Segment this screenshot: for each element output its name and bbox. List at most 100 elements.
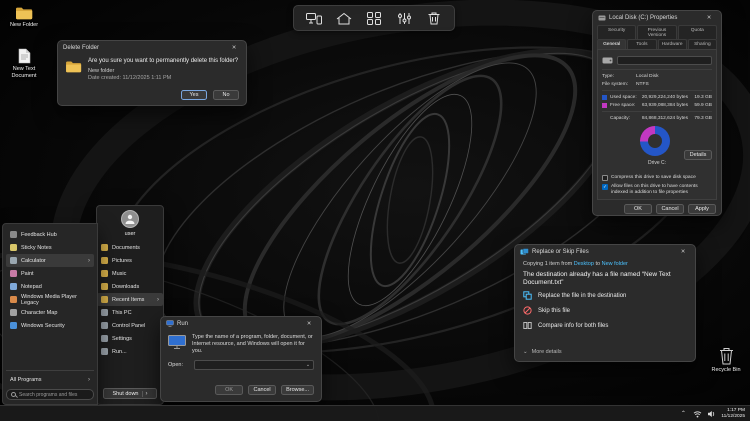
downloads-icon xyxy=(101,283,108,290)
search-input[interactable] xyxy=(19,391,89,398)
index-label: Allow files on this drive to have conten… xyxy=(611,184,698,195)
cancel-button[interactable]: Cancel xyxy=(248,385,277,395)
submenu-arrow-icon: › xyxy=(88,376,90,383)
start-menu-item-this-pc[interactable]: This PC xyxy=(97,306,163,319)
compress-checkbox[interactable] xyxy=(602,175,608,181)
copy-status-line: Copying 1 item from Desktop to New folde… xyxy=(523,261,628,267)
start-menu-item-calculator[interactable]: Calculator › xyxy=(6,254,94,267)
delete-dialog-titlebar[interactable]: Delete Folder ✕ xyxy=(58,41,246,54)
feedback-hub-icon xyxy=(10,231,17,238)
search-icon xyxy=(11,392,16,397)
notepad-icon xyxy=(10,283,17,290)
delete-item-date: Date created: 11/12/2025 1:11 PM xyxy=(88,75,172,81)
documents-icon xyxy=(101,244,108,251)
submenu-arrow-icon: › xyxy=(88,257,90,264)
drive-name-input[interactable] xyxy=(617,56,712,65)
tab-tools[interactable]: Tools xyxy=(627,39,657,49)
media-player-icon xyxy=(10,296,17,303)
start-menu-item-documents[interactable]: Documents xyxy=(97,241,163,254)
replace-dialog-titlebar[interactable]: Replace or Skip Files ✕ xyxy=(515,245,695,258)
start-menu: user Documents Pictures Music Downloads … xyxy=(2,205,164,405)
start-menu-item-downloads[interactable]: Downloads xyxy=(97,280,163,293)
network-icon[interactable] xyxy=(693,410,702,418)
shutdown-options-arrow[interactable]: › xyxy=(141,390,148,397)
details-button[interactable]: Details xyxy=(684,150,712,160)
ok-button[interactable]: OK xyxy=(215,385,244,395)
start-menu-item-settings[interactable]: Settings xyxy=(97,332,163,345)
index-contents-option[interactable]: ✓ Allow files on this drive to have cont… xyxy=(602,184,712,196)
apps-icon[interactable] xyxy=(364,8,384,28)
start-menu-right-panel: user Documents Pictures Music Downloads … xyxy=(96,205,164,405)
no-button[interactable]: No xyxy=(213,90,239,100)
all-programs-button[interactable]: All Programs › xyxy=(6,373,94,386)
open-input[interactable] xyxy=(195,362,303,368)
tab-previous-versions[interactable]: Previous Versions xyxy=(637,25,677,39)
close-icon[interactable]: ✕ xyxy=(702,12,716,23)
start-menu-item-notepad[interactable]: Notepad xyxy=(6,280,94,293)
capacity-row: Capacity: 84,868,312,624 bytes 79.3 GB xyxy=(610,115,712,121)
volume-icon[interactable] xyxy=(707,410,716,418)
computer-icon xyxy=(168,335,186,349)
desktop-icon-new-text-document[interactable]: New Text Document xyxy=(2,48,46,79)
disk-properties-titlebar[interactable]: Local Disk (C:) Properties ✕ xyxy=(593,11,721,24)
start-menu-item-wmp-legacy[interactable]: Windows Media Player Legacy xyxy=(6,293,94,306)
skip-file-option[interactable]: Skip this file xyxy=(523,306,687,315)
control-panel-icon xyxy=(101,322,108,329)
start-menu-item-character-map[interactable]: Character Map xyxy=(6,306,94,319)
replace-file-option[interactable]: Replace the file in the destination xyxy=(523,291,687,300)
user-avatar[interactable] xyxy=(121,210,139,228)
delete-folder-dialog: Delete Folder ✕ Are you sure you want to… xyxy=(57,40,247,106)
tab-security[interactable]: Security xyxy=(597,25,637,39)
cancel-button[interactable]: Cancel xyxy=(656,204,684,214)
delete-confirm-message: Are you sure you want to permanently del… xyxy=(88,58,239,64)
recycle-bin-icon[interactable]: Recycle Bin xyxy=(704,346,748,374)
start-menu-item-feedback-hub[interactable]: Feedback Hub xyxy=(6,228,94,241)
taskbar[interactable]: ⌃ 1:17 PM 11/12/2025 xyxy=(0,405,750,421)
close-icon[interactable]: ✕ xyxy=(676,246,690,257)
devices-icon[interactable] xyxy=(304,8,324,28)
compare-files-option[interactable]: Compare info for both files xyxy=(523,321,687,330)
chevron-down-icon[interactable]: ⌄ xyxy=(303,362,313,368)
ok-button[interactable]: OK xyxy=(624,204,652,214)
taskbar-clock[interactable]: 1:17 PM 11/12/2025 xyxy=(721,408,745,419)
browse-button[interactable]: Browse... xyxy=(281,385,314,395)
clock-date: 11/12/2025 xyxy=(721,413,745,419)
close-icon[interactable]: ✕ xyxy=(302,318,316,329)
apply-button[interactable]: Apply xyxy=(688,204,716,214)
run-window-icon xyxy=(166,320,174,327)
start-menu-item-paint[interactable]: Paint xyxy=(6,267,94,280)
filesystem-value: NTFS xyxy=(636,81,649,87)
compress-drive-option[interactable]: Compress this drive to save disk space xyxy=(602,175,712,181)
more-details-toggle[interactable]: ⌄ More details xyxy=(515,349,695,361)
start-menu-search[interactable] xyxy=(6,389,94,400)
start-menu-item-pictures[interactable]: Pictures xyxy=(97,254,163,267)
tab-general[interactable]: General xyxy=(597,39,627,49)
desktop-icon-new-folder[interactable]: New Folder xyxy=(2,6,46,29)
open-combobox[interactable]: ⌄ xyxy=(194,360,314,370)
shutdown-button[interactable]: Shut down › xyxy=(103,388,157,399)
compress-label: Compress this drive to save disk space xyxy=(611,175,696,180)
start-menu-item-control-panel[interactable]: Control Panel xyxy=(97,319,163,332)
mixer-icon[interactable] xyxy=(394,8,414,28)
sticky-notes-icon xyxy=(10,244,17,251)
index-checkbox[interactable]: ✓ xyxy=(602,184,608,190)
tab-sharing[interactable]: Sharing xyxy=(687,39,717,49)
tab-hardware[interactable]: Hardware xyxy=(657,39,687,49)
folder-icon xyxy=(66,61,82,73)
start-menu-item-music[interactable]: Music xyxy=(97,267,163,280)
tab-quota[interactable]: Quota xyxy=(677,25,717,39)
hidden-icons-chevron-icon[interactable]: ⌃ xyxy=(678,410,688,417)
start-menu-item-recent-items[interactable]: Recent Items › xyxy=(97,293,163,306)
replace-icon xyxy=(523,291,532,300)
trash-icon[interactable] xyxy=(424,8,444,28)
type-value: Local Disk xyxy=(636,73,659,79)
close-icon[interactable]: ✕ xyxy=(227,42,241,53)
security-shield-icon xyxy=(10,322,17,329)
conflict-message: The destination already has a file named… xyxy=(523,271,671,286)
home-icon[interactable] xyxy=(334,8,354,28)
yes-button[interactable]: Yes xyxy=(181,90,207,100)
run-dialog-titlebar[interactable]: Run ✕ xyxy=(161,317,321,330)
start-menu-item-run[interactable]: Run... xyxy=(97,345,163,358)
start-menu-item-sticky-notes[interactable]: Sticky Notes xyxy=(6,241,94,254)
start-menu-item-windows-security[interactable]: Windows Security xyxy=(6,319,94,332)
